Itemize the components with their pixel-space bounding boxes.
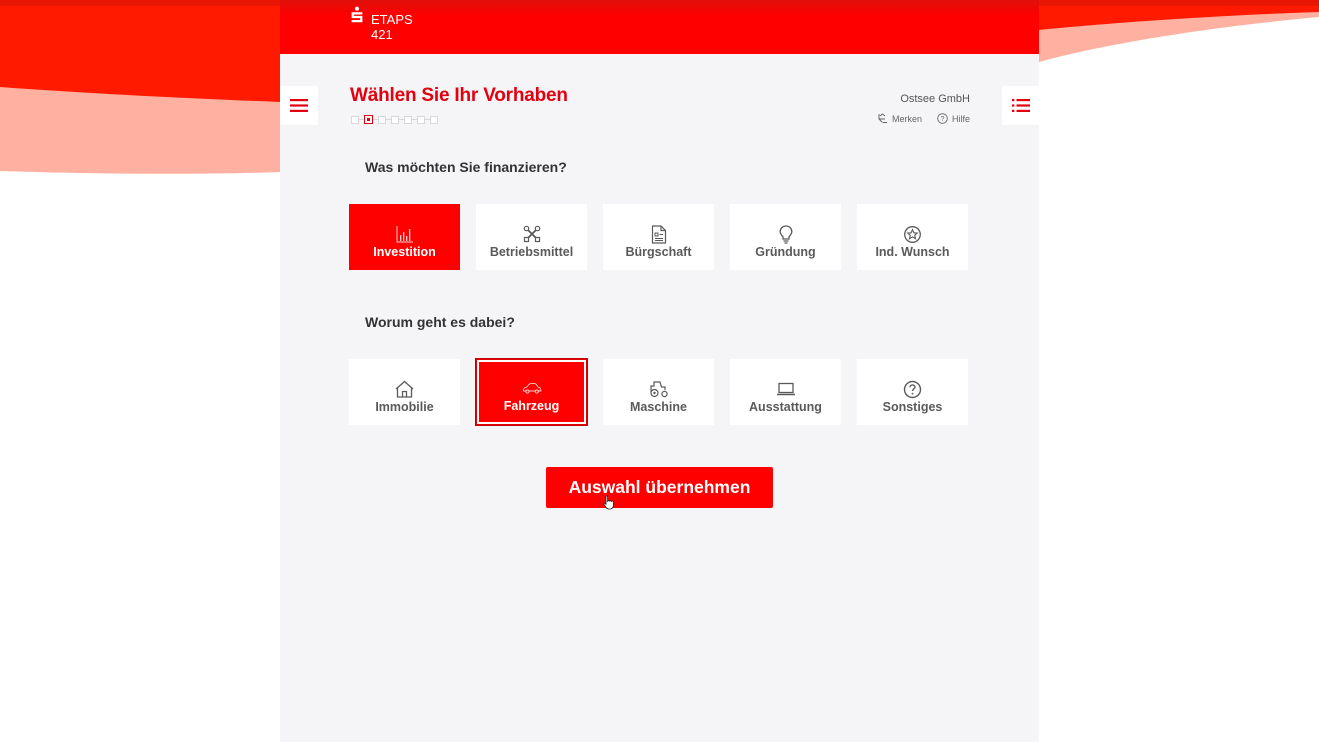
tile-investition[interactable]: Investition — [349, 204, 460, 270]
brand-name: ETAPS — [371, 12, 413, 27]
tile-label: Ausstattung — [749, 400, 822, 414]
tools-icon — [523, 225, 540, 243]
question-subject: Worum geht es dabei? — [365, 314, 515, 330]
chart-icon — [396, 226, 413, 243]
sparkasse-s-icon — [351, 6, 363, 23]
tractor-icon — [649, 381, 668, 398]
save-icon — [878, 113, 887, 123]
financing-options: Investition Betriebsmittel Bürgschaft Gr… — [349, 204, 968, 270]
tile-label: Investition — [373, 245, 436, 259]
tile-label: Sonstiges — [882, 400, 943, 414]
step-indicator — [351, 115, 438, 124]
tile-label: Ind. Wunsch — [875, 245, 950, 259]
company-name: Ostsee GmbH — [900, 93, 970, 105]
toolbar: Merken ? Hilfe — [877, 113, 970, 124]
car-icon — [522, 383, 541, 394]
tile-ausstattung[interactable]: Ausstattung — [730, 359, 841, 425]
svg-text:?: ? — [941, 116, 945, 123]
step-2-current — [364, 115, 373, 124]
brand-logo: ETAPS 421 — [350, 6, 413, 42]
tile-maschine[interactable]: Maschine — [603, 359, 714, 425]
list-view-button[interactable] — [1002, 86, 1040, 125]
document-icon — [651, 224, 666, 244]
apply-selection-button[interactable]: Auswahl übernehmen — [546, 467, 773, 508]
list-icon — [1012, 99, 1030, 112]
tile-label: Immobilie — [375, 400, 434, 414]
top-bar: ETAPS 421 — [280, 0, 1039, 54]
laptop-icon — [776, 382, 795, 396]
house-icon — [395, 380, 414, 398]
menu-button[interactable] — [280, 86, 318, 125]
page-title: Wählen Sie Ihr Vorhaben — [350, 85, 568, 106]
question-financing: Was möchten Sie finanzieren? — [365, 159, 567, 175]
step-5 — [404, 115, 412, 124]
subject-options: Immobilie Fahrzeug Maschine Ausstattung … — [349, 358, 968, 426]
help-icon: ? — [937, 113, 948, 124]
tile-label: Betriebsmittel — [489, 245, 574, 259]
tile-label: Bürgschaft — [625, 245, 692, 259]
tile-fahrzeug[interactable]: Fahrzeug — [475, 358, 588, 426]
hamburger-icon — [290, 99, 308, 112]
tile-sonstiges[interactable]: Sonstiges — [857, 359, 968, 425]
brand-number: 421 — [371, 27, 393, 42]
step-3 — [378, 115, 386, 124]
hilfe-label: Hilfe — [951, 113, 970, 124]
merken-button[interactable]: Merken — [877, 113, 922, 124]
step-6 — [417, 115, 425, 124]
tile-label: Maschine — [630, 400, 687, 414]
question-icon — [903, 380, 922, 398]
hilfe-button[interactable]: ? Hilfe — [937, 113, 970, 124]
hand-cursor-icon — [603, 495, 614, 510]
step-4 — [391, 115, 399, 124]
step-1 — [351, 115, 359, 124]
tile-label: Fahrzeug — [503, 399, 560, 413]
tile-gruendung[interactable]: Gründung — [730, 204, 841, 270]
star-badge-icon — [904, 225, 921, 243]
tile-buergschaft[interactable]: Bürgschaft — [603, 204, 714, 270]
app-panel: ETAPS 421 Wählen Sie Ihr Vorhaben Ostsee… — [280, 0, 1040, 742]
merken-label: Merken — [891, 113, 922, 124]
tile-betriebsmittel[interactable]: Betriebsmittel — [476, 204, 587, 270]
step-7 — [430, 115, 438, 124]
tile-immobilie[interactable]: Immobilie — [349, 359, 460, 425]
tile-label: Gründung — [755, 245, 816, 259]
lightbulb-icon — [779, 224, 792, 244]
tile-ind-wunsch[interactable]: Ind. Wunsch — [857, 204, 968, 270]
